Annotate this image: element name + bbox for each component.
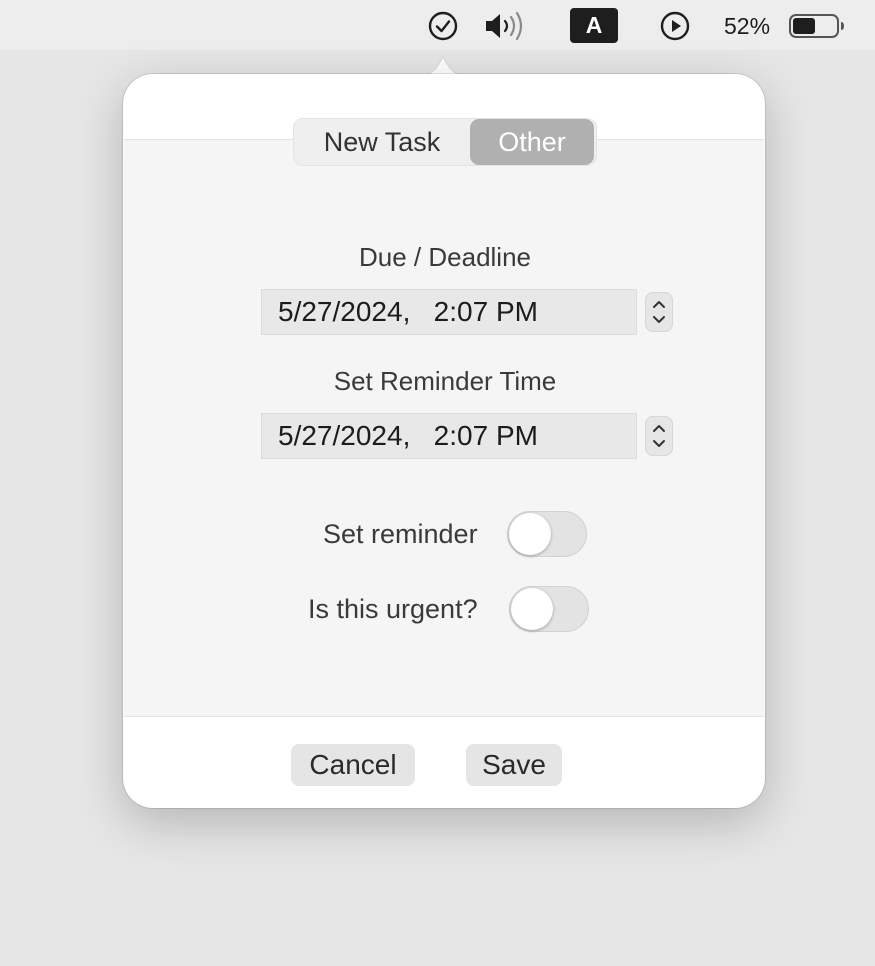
set-reminder-label: Set reminder: [323, 519, 478, 549]
toggle-knob: [509, 513, 551, 555]
speaker-volume-icon[interactable]: [482, 8, 530, 44]
checkmark-circle-icon[interactable]: [425, 8, 461, 44]
play-circle-icon[interactable]: [656, 8, 694, 44]
urgent-row: Is this urgent?: [124, 586, 766, 636]
chevron-up-icon: [653, 301, 665, 308]
mode-segmented-control: New Task Other: [293, 118, 597, 166]
popover-arrow: [424, 56, 462, 76]
reminder-time-field[interactable]: 5/27/2024, 2:07 PM: [261, 413, 637, 459]
input-source-label: A: [585, 12, 603, 38]
chevron-down-icon: [653, 440, 665, 447]
battery-icon[interactable]: [788, 10, 846, 42]
chevron-down-icon: [653, 316, 665, 323]
set-reminder-row: Set reminder: [124, 511, 766, 561]
reminder-time-stepper[interactable]: [645, 416, 673, 456]
tab-new-task[interactable]: New Task: [294, 119, 470, 165]
toggle-knob: [511, 588, 553, 630]
cancel-button[interactable]: Cancel: [291, 744, 415, 786]
due-deadline-label: Due / Deadline: [359, 242, 531, 272]
due-date-stepper[interactable]: [645, 292, 673, 332]
urgent-label: Is this urgent?: [308, 594, 478, 624]
menu-bar: A 52%: [0, 0, 875, 50]
reminder-time-label: Set Reminder Time: [333, 366, 557, 396]
battery-percent: 52%: [724, 12, 771, 39]
urgent-toggle[interactable]: [509, 586, 589, 632]
task-popover: Due / Deadline 5/27/2024, 2:07 PM Set Re…: [123, 74, 765, 808]
save-button[interactable]: Save: [466, 744, 562, 786]
input-source-icon[interactable]: A: [570, 8, 618, 43]
tab-other[interactable]: Other: [470, 119, 594, 165]
options-panel: Due / Deadline 5/27/2024, 2:07 PM Set Re…: [124, 139, 764, 717]
chevron-up-icon: [653, 425, 665, 432]
due-date-field[interactable]: 5/27/2024, 2:07 PM: [261, 289, 637, 335]
set-reminder-toggle[interactable]: [507, 511, 587, 557]
